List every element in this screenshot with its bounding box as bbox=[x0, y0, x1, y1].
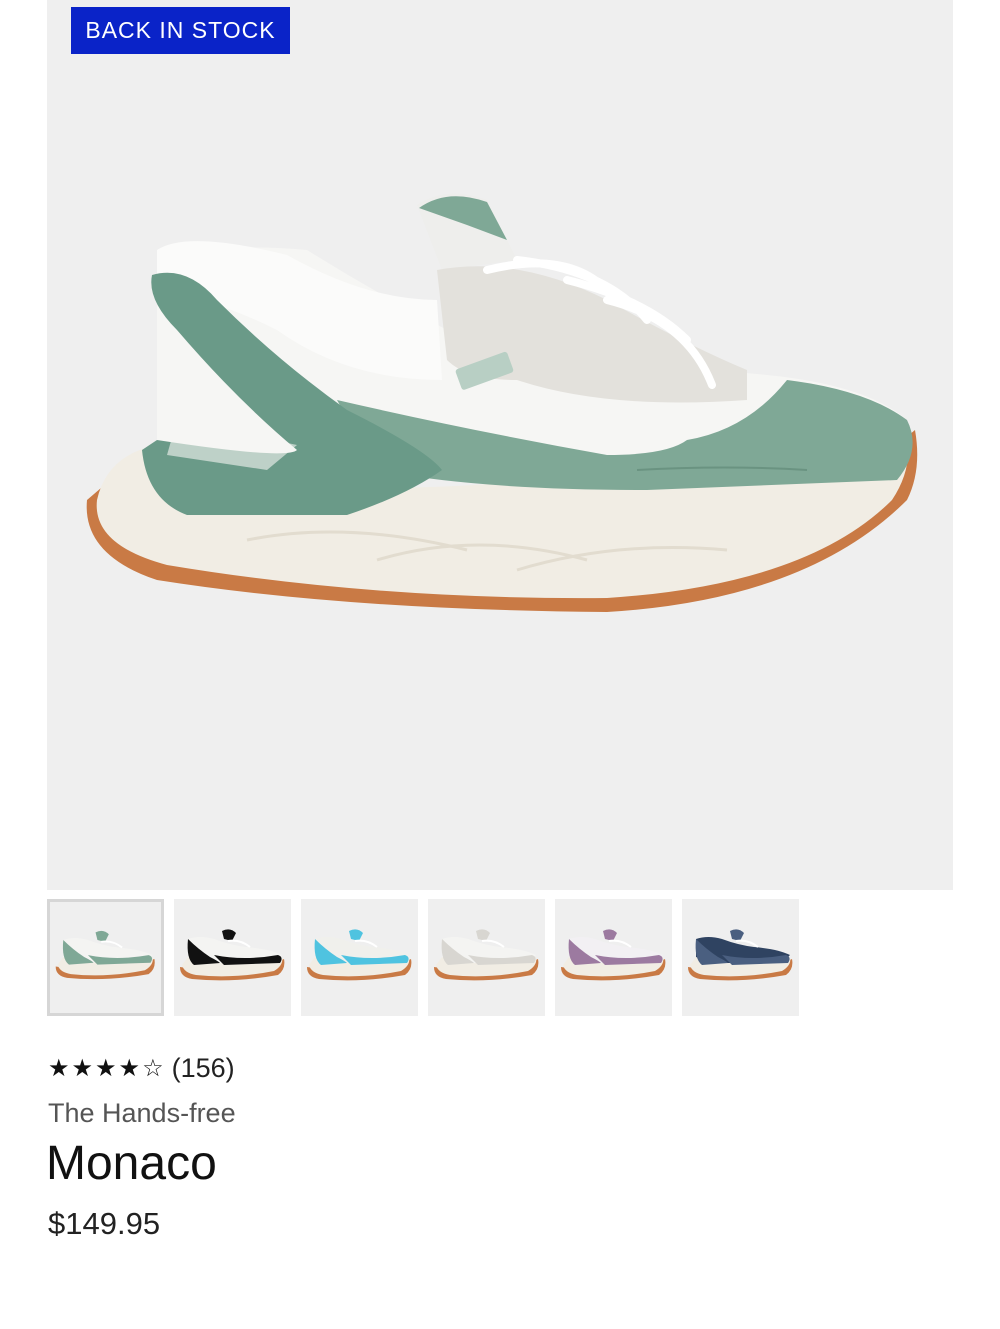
color-thumbnail-navy[interactable] bbox=[682, 899, 799, 1016]
star-filled-icon: ★ bbox=[95, 1054, 117, 1082]
product-subtitle: The Hands-free bbox=[48, 1098, 236, 1128]
product-hero-image[interactable]: BACK IN STOCK bbox=[47, 0, 953, 890]
color-thumbnail-mauve[interactable] bbox=[555, 899, 672, 1016]
sneaker-image bbox=[86, 193, 918, 612]
back-in-stock-badge: BACK IN STOCK bbox=[71, 7, 290, 54]
sneaker-thumbnail-image bbox=[688, 929, 793, 981]
sneaker-thumbnail-image bbox=[180, 929, 285, 981]
review-count[interactable]: (156) bbox=[172, 1053, 235, 1084]
product-rating[interactable]: ★ ★ ★ ★ ☆ (156) bbox=[48, 1050, 235, 1086]
color-thumbnail-black[interactable] bbox=[174, 899, 291, 1016]
sneaker-thumbnail-image bbox=[561, 929, 666, 981]
star-filled-icon: ★ bbox=[48, 1054, 70, 1082]
star-empty-icon: ☆ bbox=[142, 1054, 164, 1082]
color-thumbnail-sage-green[interactable] bbox=[47, 899, 164, 1016]
sneaker-thumbnail-image bbox=[434, 929, 539, 981]
color-thumbnail-light-gray[interactable] bbox=[428, 899, 545, 1016]
color-thumbnail-strip bbox=[47, 899, 799, 1016]
star-filled-icon: ★ bbox=[71, 1054, 94, 1082]
sneaker-thumbnail-image bbox=[307, 929, 412, 981]
color-thumbnail-aqua[interactable] bbox=[301, 899, 418, 1016]
sneaker-thumbnail-image bbox=[55, 930, 155, 980]
product-name: Monaco bbox=[46, 1137, 217, 1190]
product-price: $149.95 bbox=[48, 1206, 161, 1241]
star-rating: ★ ★ ★ ★ ☆ bbox=[48, 1056, 164, 1080]
star-filled-icon: ★ bbox=[118, 1054, 141, 1082]
